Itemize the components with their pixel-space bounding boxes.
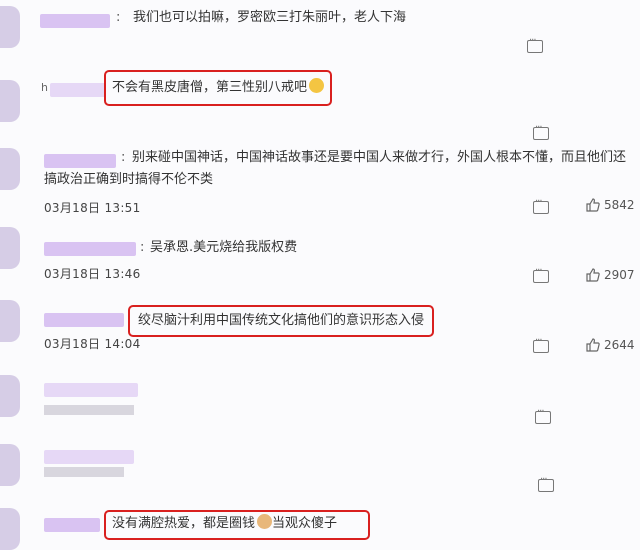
- like-count: 2907: [604, 268, 635, 282]
- like-button[interactable]: 2644: [586, 338, 635, 352]
- reply-icon[interactable]: [535, 406, 551, 424]
- reply-icon[interactable]: [533, 335, 549, 353]
- avatar[interactable]: [0, 227, 20, 269]
- comment-text: 绞尽脑汁利用中国传统文化搞他们的意识形态入侵: [138, 313, 425, 328]
- blurred-text: [44, 405, 134, 415]
- thumbs-up-icon: [586, 338, 600, 352]
- thumbs-up-icon: [586, 198, 600, 212]
- reply-icon[interactable]: [527, 35, 543, 53]
- comment-text-content: 不会有黑皮唐僧，第三性别八戒吧: [112, 80, 308, 95]
- avatar[interactable]: [0, 148, 20, 190]
- avatar[interactable]: [0, 300, 20, 342]
- username[interactable]: [44, 450, 134, 464]
- comment-text: 我们也可以拍嘛，罗密欧三打朱丽叶，老人下海: [133, 10, 407, 25]
- reply-icon[interactable]: [533, 122, 549, 140]
- like-count: 2644: [604, 338, 635, 352]
- like-button[interactable]: 5842: [586, 198, 635, 212]
- avatar[interactable]: [0, 508, 20, 550]
- avatar[interactable]: [0, 80, 20, 122]
- username[interactable]: [40, 14, 110, 28]
- username[interactable]: [44, 242, 136, 256]
- avatar[interactable]: [0, 444, 20, 486]
- like-count: 5842: [604, 198, 635, 212]
- avatar[interactable]: [0, 6, 20, 48]
- reply-icon[interactable]: [533, 265, 549, 283]
- reply-icon[interactable]: [533, 196, 549, 214]
- comment-text: 不会有黑皮唐僧，第三性别八戒吧: [112, 78, 325, 98]
- blurred-text: [44, 467, 124, 477]
- username[interactable]: [44, 383, 138, 397]
- comment-date: 03月18日 14:04: [44, 337, 141, 351]
- username-letter: h: [41, 81, 48, 94]
- comment-date: 03月18日 13:51: [44, 201, 141, 215]
- comment-text-content: 没有满腔热爱，都是圈钱: [112, 516, 256, 531]
- reply-icon[interactable]: [538, 474, 554, 492]
- username[interactable]: [44, 518, 100, 532]
- comment-text: 没有满腔热爱，都是圈钱 当观众傻子: [112, 514, 337, 534]
- comment-text: 吴承恩.美元烧给我版权费: [150, 240, 298, 255]
- colon: :: [116, 10, 121, 25]
- colon: :: [140, 240, 145, 255]
- dog-emoji-icon: [257, 514, 273, 529]
- comment-text-tail: 当观众傻子: [272, 516, 338, 531]
- comment-text: 别来碰中国神话，中国神话故事还是要中国人来做才行，外国人根本不懂，而且他们还搞政…: [44, 147, 634, 191]
- avatar[interactable]: [0, 375, 20, 417]
- username[interactable]: [50, 83, 106, 97]
- comment-text-content: 别来碰中国神话，中国神话故事还是要中国人来做才行，外国人根本不懂，而且他们还搞政…: [44, 150, 627, 187]
- thumbs-up-icon: [586, 268, 600, 282]
- like-button[interactable]: 2907: [586, 268, 635, 282]
- laughing-emoji-icon: [309, 78, 325, 93]
- comment-date: 03月18日 13:46: [44, 267, 141, 281]
- username[interactable]: [44, 313, 124, 327]
